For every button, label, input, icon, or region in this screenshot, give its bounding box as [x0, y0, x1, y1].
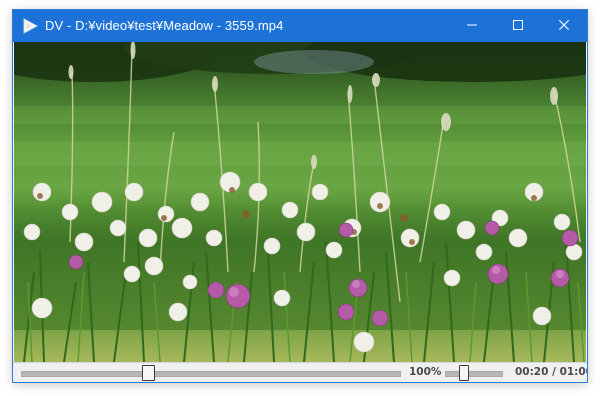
playback-controls: 100% 00:20 / 01:00 — [13, 362, 587, 382]
close-icon — [558, 17, 570, 35]
minimize-button[interactable] — [449, 10, 495, 42]
video-frame[interactable] — [14, 42, 586, 362]
title-bar[interactable]: DV - D:¥video¥test¥Meadow - 3559.mp4 — [13, 10, 587, 42]
seek-slider-thumb[interactable] — [142, 365, 155, 381]
maximize-button[interactable] — [495, 10, 541, 42]
maximize-icon — [513, 17, 523, 35]
time-readout: 00:20 / 01:00 — [515, 366, 587, 378]
volume-slider-thumb[interactable] — [459, 365, 469, 381]
window-title: DV - D:¥video¥test¥Meadow - 3559.mp4 — [45, 18, 284, 33]
minimize-icon — [467, 17, 477, 35]
app-window: DV - D:¥video¥test¥Meadow - 3559.mp4 100… — [13, 10, 587, 382]
seek-slider-track[interactable] — [21, 371, 401, 377]
zoom-level: 100% — [409, 366, 442, 378]
meadow-video-image — [14, 42, 586, 362]
close-button[interactable] — [541, 10, 587, 42]
play-triangle-icon — [22, 18, 39, 34]
volume-slider-track[interactable] — [445, 371, 503, 377]
